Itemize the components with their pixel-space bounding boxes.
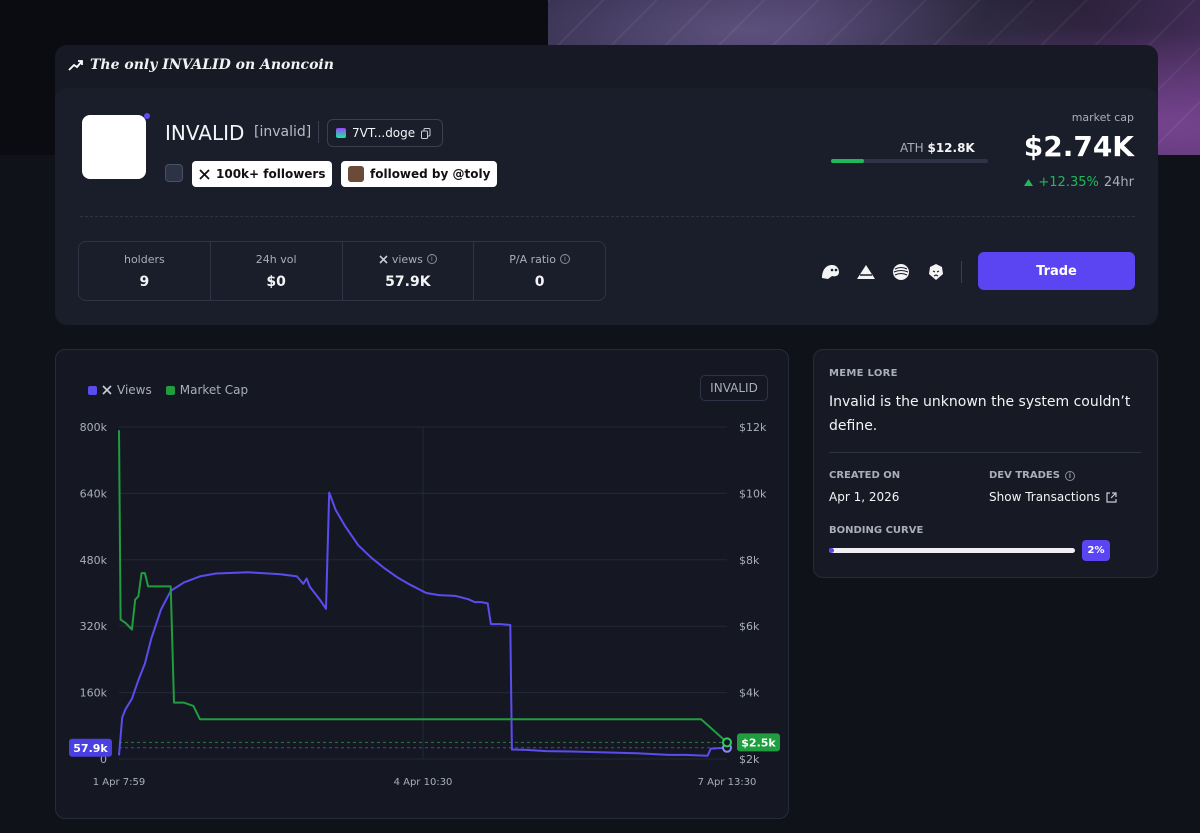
y-right-tick: $8k — [739, 554, 760, 567]
divider — [961, 261, 962, 283]
bonding-curve-percent: 2% — [1082, 540, 1110, 561]
lore-text: Invalid is the unknown the system couldn… — [829, 394, 1131, 434]
section-divider — [80, 216, 1135, 217]
stat-value: 0 — [534, 273, 545, 290]
ath-progress-bar — [831, 159, 988, 163]
toly-avatar — [348, 166, 364, 182]
stat-label-row: P/A ratio i — [509, 253, 570, 266]
stat-24h-vol: 24h vol $0 — [211, 242, 343, 300]
divider — [318, 121, 319, 143]
change-percent: +12.35% — [1038, 175, 1099, 190]
market-cap-current-point — [722, 737, 732, 748]
bonding-curve-bar — [829, 548, 1075, 553]
stat-label-row: views i — [379, 253, 437, 266]
bonding-curve-label: BONDING CURVE — [829, 525, 924, 536]
show-transactions-link[interactable]: Show Transactions — [989, 490, 1117, 504]
copy-icon[interactable] — [421, 127, 431, 139]
stat-pa-ratio: P/A ratio i 0 — [474, 242, 605, 300]
y-right-tick: $12k — [739, 421, 767, 434]
token-ticker: [invalid] — [254, 124, 312, 140]
y-left-tick: 160k — [80, 687, 108, 700]
ath-value: $12.8K — [927, 141, 975, 155]
arrow-up-icon — [1024, 179, 1034, 186]
token-logo — [82, 115, 146, 179]
stats-panel: holders 9 24h vol $0 views i 57.9K P/A r… — [78, 241, 606, 301]
market-cap-change: +12.35% 24hr — [1024, 175, 1134, 190]
sphere-icon[interactable] — [891, 262, 911, 282]
stat-value: 9 — [139, 273, 150, 290]
info-icon[interactable]: i — [426, 254, 437, 264]
token-name: INVALID — [165, 121, 245, 145]
views-marketcap-chart: 800k640k480k320k160k0$12k$10k$8k$6k$4k$2… — [69, 421, 780, 788]
y-left-tick: 800k — [80, 421, 108, 434]
pin-icon — [68, 60, 83, 71]
status-dot — [144, 113, 150, 119]
y-right-tick: $10k — [739, 487, 767, 500]
ath-label: ATH $12.8K — [900, 141, 975, 155]
stat-label: views — [391, 252, 423, 266]
banner-title: The only INVALID on Anoncoin — [68, 57, 334, 73]
banner-title-text: The only INVALID on Anoncoin — [90, 57, 334, 73]
market-cap-value: $2.74K — [1023, 130, 1134, 163]
stat-x-views: views i 57.9K — [343, 242, 475, 300]
bonding-curve-fill — [829, 548, 834, 553]
stat-value: $0 — [266, 273, 286, 290]
x-logo-icon — [199, 168, 210, 180]
dev-trades-label: DEV TRADES — [989, 470, 1060, 481]
solana-icon — [336, 128, 346, 138]
stat-label: holders — [123, 252, 165, 266]
contract-address: 7VT...doge — [352, 126, 416, 140]
followed-by-badge[interactable]: followed by @toly — [341, 161, 498, 187]
ghost-icon[interactable] — [820, 262, 840, 282]
stat-label: P/A ratio — [509, 252, 556, 266]
stat-label: 24h vol — [255, 252, 297, 266]
followed-by-label: followed by @toly — [370, 167, 491, 181]
y-right-tick: $6k — [739, 620, 760, 633]
dev-trades-label-row: DEV TRADES i — [989, 470, 1075, 481]
stat-value: 57.9K — [385, 273, 431, 290]
y-left-tick: 480k — [80, 554, 108, 567]
creator-avatar[interactable] — [165, 164, 183, 182]
y-left-tick: 320k — [80, 620, 108, 633]
x-logo-icon — [379, 254, 388, 264]
views-current-label: 57.9k — [73, 742, 108, 755]
y-right-tick: $2k — [739, 753, 760, 766]
contract-address-button[interactable]: 7VT...doge — [327, 119, 443, 147]
change-period: 24hr — [1103, 175, 1134, 190]
market-cap-label: market cap — [1071, 111, 1134, 124]
created-value: Apr 1, 2026 — [829, 490, 900, 504]
show-transactions-label: Show Transactions — [989, 490, 1101, 504]
lion-icon[interactable] — [926, 262, 946, 282]
ath-progress-fill — [831, 159, 864, 163]
x-tick: 4 Apr 10:30 — [394, 777, 453, 788]
x-tick: 7 Apr 13:30 — [698, 777, 757, 788]
info-icon[interactable]: i — [559, 254, 570, 264]
lore-title: MEME LORE — [829, 368, 898, 379]
ath-label-text: ATH — [900, 141, 924, 155]
market-cap-current-label: $2.5k — [741, 736, 776, 749]
y-right-tick: $4k — [739, 687, 760, 700]
followers-badge[interactable]: 100k+ followers — [192, 161, 333, 187]
trade-button[interactable]: Trade — [978, 252, 1135, 290]
created-label: CREATED ON — [829, 470, 901, 481]
followers-badge-label: 100k+ followers — [216, 167, 326, 181]
triangle-icon[interactable] — [856, 262, 876, 282]
external-link-icon — [1106, 491, 1117, 503]
x-tick: 1 Apr 7:59 — [93, 777, 145, 788]
stat-holders: holders 9 — [79, 242, 211, 300]
info-icon[interactable]: i — [1064, 470, 1075, 481]
y-left-tick: 640k — [80, 487, 108, 500]
lore-divider — [829, 452, 1141, 453]
